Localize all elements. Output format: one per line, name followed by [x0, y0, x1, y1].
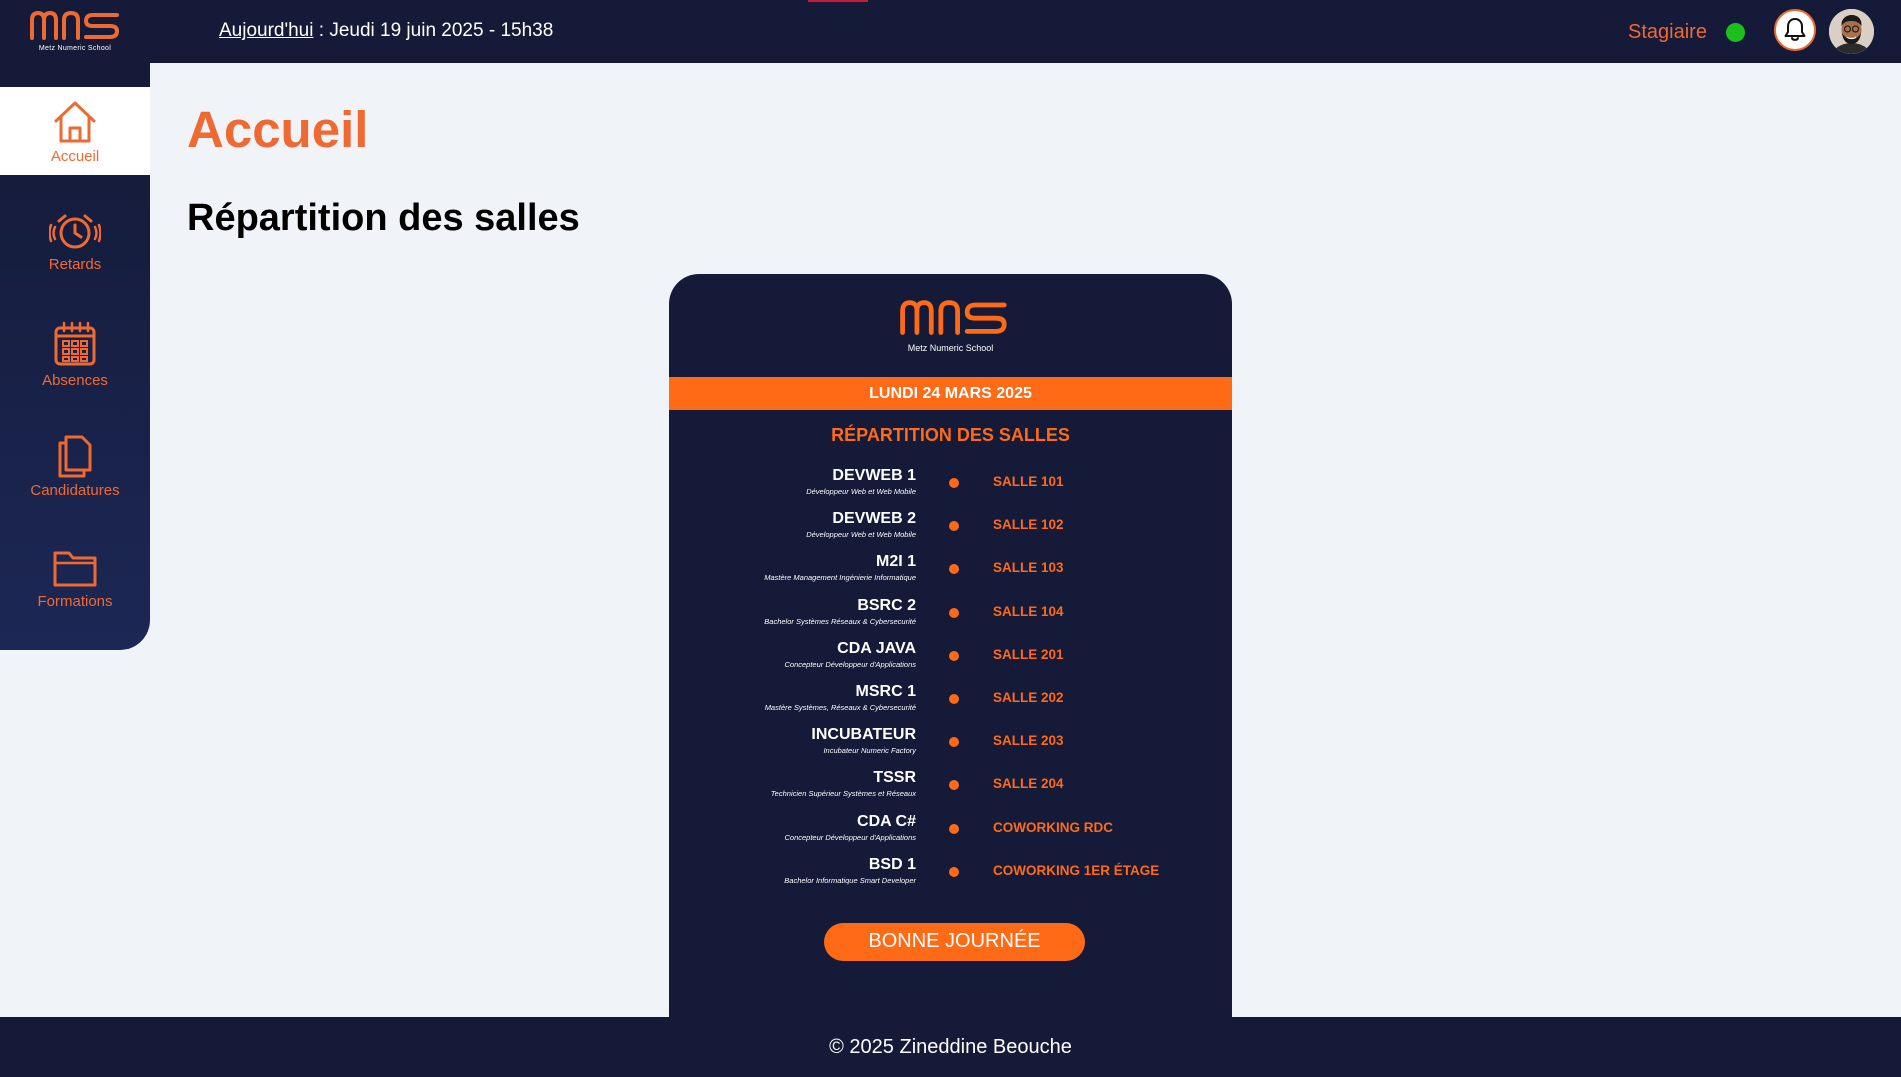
sidebar-item-retards[interactable]: Retards — [0, 212, 150, 300]
room-name: SALLE 104 — [993, 603, 1064, 619]
room-row: DEVWEB 2 Développeur Web et Web Mobile SAL… — [669, 510, 1232, 550]
app-logo[interactable]: Metz Numeric School — [0, 0, 150, 87]
room-row: BSD 1 Bachelor Informatique Smart Develop… — [669, 856, 1232, 896]
bullet-dot — [949, 823, 959, 834]
online-status-indicator — [1726, 23, 1745, 42]
sidebar-item-formations[interactable]: Formations — [0, 547, 150, 635]
class-code: BSD 1 — [868, 855, 916, 873]
avatar-portrait — [1829, 9, 1874, 54]
bullet-dot — [949, 866, 959, 877]
folder-icon — [53, 551, 97, 587]
sidebar-item-accueil[interactable]: Accueil — [0, 87, 150, 175]
room-row: BSRC 2 Bachelor Systèmes Réseaux & Cybers… — [669, 597, 1232, 637]
sidebar-item-label: Retards — [48, 256, 102, 273]
class-code: MSRC 1 — [855, 683, 916, 700]
bullet-dot — [949, 650, 959, 661]
top-header: Aujourd'hui : Jeudi 19 juin 2025 - 15h38… — [0, 0, 1901, 63]
sidebar-item-label: Candidatures — [30, 482, 120, 499]
current-date: Aujourd'hui : Jeudi 19 juin 2025 - 15h38 — [219, 20, 553, 42]
documents-icon — [58, 435, 92, 478]
mns-logo-mark — [30, 10, 120, 40]
room-name: SALLE 202 — [993, 690, 1064, 705]
page-footer: © 2025 Zineddine Beouche — [0, 1017, 1901, 1077]
user-avatar[interactable] — [1829, 9, 1874, 54]
calendar-icon — [54, 321, 96, 366]
bullet-dot — [949, 737, 959, 748]
class-description: Bachelor Informatique Smart Developer — [784, 875, 916, 885]
bullet-dot — [949, 607, 959, 618]
room-name: COWORKING 1ER ÉTAGE — [993, 862, 1160, 878]
sidebar-item-label: Formations — [37, 593, 113, 610]
bullet-dot — [949, 521, 959, 532]
bullet-dot — [949, 564, 959, 575]
class-description: Bachelor Systèmes Réseaux & Cybersecurit… — [764, 616, 916, 626]
header-accent-line — [808, 0, 868, 2]
class-code: M2I 1 — [875, 553, 916, 571]
bell-icon — [1784, 18, 1806, 41]
bullet-dot — [949, 694, 959, 704]
sidebar-item-label: Accueil — [50, 147, 100, 165]
room-name: SALLE 101 — [993, 474, 1064, 489]
user-role: Stagiaire — [1628, 21, 1707, 43]
sidebar-nav: Accueil Retards Absences Candidatures Fo… — [0, 87, 150, 650]
class-description: Développeur Web et Web Mobile — [806, 530, 916, 540]
class-description: Mastère Systèmes, Réseaux & Cybersecurit… — [764, 703, 916, 712]
class-code: INCUBATEUR — [811, 726, 916, 744]
room-row: MSRC 1 Mastère Systèmes, Réseaux & Cybers… — [669, 683, 1232, 723]
class-description: Incubateur Numeric Factory — [823, 746, 916, 756]
class-code: DEVWEB 2 — [832, 510, 916, 528]
bullet-dot — [949, 478, 959, 488]
class-description: Mastère Management Ingénierie Informatiq… — [764, 573, 916, 583]
room-row: INCUBATEUR Incubateur Numeric Factory SALL… — [669, 726, 1232, 766]
room-name: SALLE 201 — [993, 646, 1064, 662]
alarm-clock-icon — [49, 214, 101, 249]
room-name: COWORKING RDC — [993, 819, 1113, 835]
sidebar-item-label: Absences — [42, 372, 108, 389]
today-link[interactable]: Aujourd'hui — [219, 20, 313, 41]
room-row: DEVWEB 1 Développeur Web et Web Mobile SAL… — [669, 467, 1232, 507]
class-code: BSRC 2 — [857, 596, 916, 614]
room-row: TSSR Technicien Supérieur Systèmes et Rés… — [669, 769, 1232, 809]
home-icon — [54, 101, 96, 142]
room-name: SALLE 102 — [993, 517, 1064, 533]
sidebar-item-absences[interactable]: Absences — [0, 320, 150, 408]
poster-closing-banner: BONNE JOURNÉE — [824, 923, 1085, 961]
room-name: SALLE 103 — [993, 560, 1064, 576]
poster-logo-subtitle: Metz Numeric School — [907, 343, 994, 353]
class-description: Concepteur Développeur d'Applications — [784, 659, 916, 669]
poster-date: LUNDI 24 MARS 2025 — [669, 377, 1232, 410]
poster-mns-logo — [900, 300, 1007, 335]
sidebar-item-candidatures[interactable]: Candidatures — [0, 434, 150, 522]
logo-subtitle: Metz Numeric School — [38, 45, 112, 52]
class-code: CDA JAVA — [837, 639, 916, 657]
room-allocation-poster: Metz Numeric School LUNDI 24 MARS 2025 R… — [669, 274, 1232, 1017]
class-description: Concepteur Développeur d'Applications — [784, 832, 916, 842]
poster-heading: RÉPARTITION DES SALLES — [831, 425, 1070, 445]
room-row: M2I 1 Mastère Management Ingénierie Infor… — [669, 553, 1232, 593]
room-row: CDA C# Concepteur Développeur d'Applicati… — [669, 813, 1232, 853]
bullet-dot — [949, 780, 959, 791]
room-row: CDA JAVA Concepteur Développeur d'Applica… — [669, 640, 1232, 680]
room-name: SALLE 203 — [993, 733, 1064, 749]
class-code: DEVWEB 1 — [832, 467, 916, 484]
notifications-button[interactable] — [1774, 9, 1816, 51]
page-title: Accueil — [187, 101, 369, 158]
class-code: CDA C# — [857, 812, 916, 830]
class-code: TSSR — [873, 769, 916, 787]
class-description: Développeur Web et Web Mobile — [806, 487, 916, 496]
section-title: Répartition des salles — [187, 197, 580, 239]
room-name: SALLE 204 — [993, 776, 1064, 792]
class-description: Technicien Supérieur Systèmes et Réseaux — [770, 789, 916, 799]
date-text: : Jeudi 19 juin 2025 - 15h38 — [313, 20, 554, 41]
